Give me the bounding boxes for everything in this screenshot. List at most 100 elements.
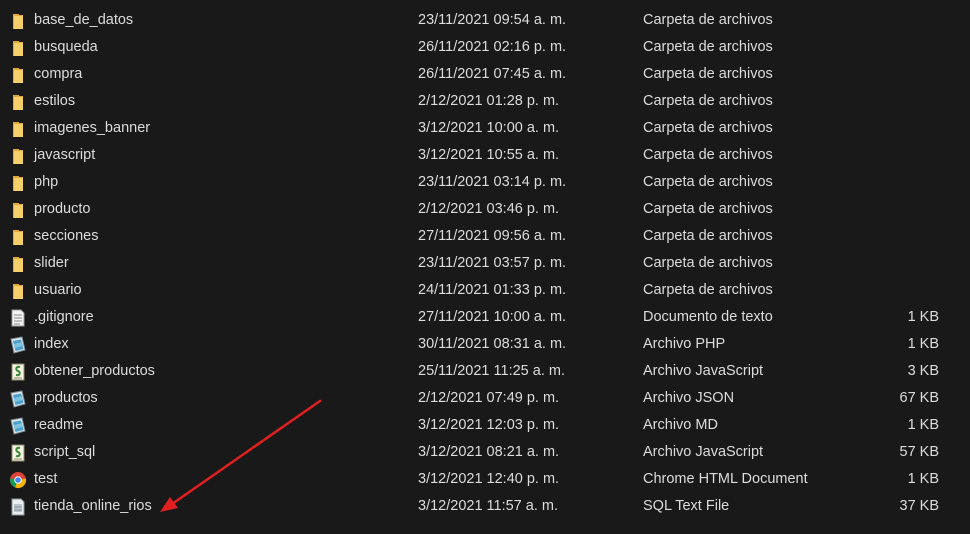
file-row[interactable]: productos 2/12/2021 07:49 p. m. Archivo … bbox=[0, 385, 970, 412]
file-row[interactable]: producto 2/12/2021 03:46 p. m. Carpeta d… bbox=[0, 196, 970, 223]
folder-icon bbox=[9, 93, 27, 111]
folder-icon bbox=[9, 12, 27, 30]
file-type: Archivo JavaScript bbox=[643, 363, 764, 379]
file-date: 2/12/2021 07:49 p. m. bbox=[418, 390, 560, 406]
file-date: 26/11/2021 02:16 p. m. bbox=[418, 39, 567, 55]
file-date: 27/11/2021 09:56 a. m. bbox=[418, 228, 567, 244]
file-date: 27/11/2021 10:00 a. m. bbox=[418, 309, 567, 325]
file-type: Carpeta de archivos bbox=[643, 147, 773, 163]
file-size: 57 KB bbox=[899, 444, 940, 460]
file-date: 25/11/2021 11:25 a. m. bbox=[418, 363, 565, 379]
file-size: 1 KB bbox=[907, 471, 939, 487]
file-row[interactable]: test 3/12/2021 12:40 p. m. Chrome HTML D… bbox=[0, 466, 970, 493]
file-name: compra bbox=[34, 66, 83, 82]
file-size: 67 KB bbox=[899, 390, 940, 406]
file-type: Archivo JSON bbox=[643, 390, 735, 406]
file-list: base_de_datos 23/11/2021 09:54 a. m. Car… bbox=[0, 7, 970, 520]
file-name: busqueda bbox=[34, 39, 98, 55]
text-document-icon bbox=[9, 309, 27, 327]
file-size: 1 KB bbox=[907, 336, 939, 352]
file-row[interactable]: javascript 3/12/2021 10:55 a. m. Carpeta… bbox=[0, 142, 970, 169]
folder-icon bbox=[9, 255, 27, 273]
file-row[interactable]: usuario 24/11/2021 01:33 p. m. Carpeta d… bbox=[0, 277, 970, 304]
file-row[interactable]: .gitignore 27/11/2021 10:00 a. m. Docume… bbox=[0, 304, 970, 331]
file-name: usuario bbox=[34, 282, 82, 298]
file-type: Carpeta de archivos bbox=[643, 120, 773, 136]
file-name: tienda_online_rios bbox=[34, 498, 152, 514]
file-type: Carpeta de archivos bbox=[643, 201, 773, 217]
file-row[interactable]: php 23/11/2021 03:14 p. m. Carpeta de ar… bbox=[0, 169, 970, 196]
file-name: secciones bbox=[34, 228, 99, 244]
generic-file-icon bbox=[9, 336, 27, 354]
file-date: 23/11/2021 03:14 p. m. bbox=[418, 174, 567, 190]
file-row[interactable]: slider 23/11/2021 03:57 p. m. Carpeta de… bbox=[0, 250, 970, 277]
file-size: 37 KB bbox=[899, 498, 940, 514]
file-type: Carpeta de archivos bbox=[643, 228, 773, 244]
file-name: slider bbox=[34, 255, 69, 271]
file-type: Carpeta de archivos bbox=[643, 255, 773, 271]
file-size: 3 KB bbox=[907, 363, 939, 379]
generic-file-icon bbox=[9, 390, 27, 408]
file-row[interactable]: compra 26/11/2021 07:45 a. m. Carpeta de… bbox=[0, 61, 970, 88]
file-name: estilos bbox=[34, 93, 76, 109]
file-type: Archivo JavaScript bbox=[643, 444, 764, 460]
file-row[interactable]: estilos 2/12/2021 01:28 p. m. Carpeta de… bbox=[0, 88, 970, 115]
file-date: 23/11/2021 03:57 p. m. bbox=[418, 255, 567, 271]
file-date: 2/12/2021 03:46 p. m. bbox=[418, 201, 560, 217]
script-file-icon bbox=[9, 444, 27, 462]
file-row[interactable]: script_sql 3/12/2021 08:21 a. m. Archivo… bbox=[0, 439, 970, 466]
file-size: 1 KB bbox=[907, 309, 939, 325]
file-type: Carpeta de archivos bbox=[643, 282, 773, 298]
file-name: javascript bbox=[34, 147, 96, 163]
folder-icon bbox=[9, 282, 27, 300]
file-name: producto bbox=[34, 201, 91, 217]
file-row[interactable]: secciones 27/11/2021 09:56 a. m. Carpeta… bbox=[0, 223, 970, 250]
folder-icon bbox=[9, 120, 27, 138]
file-name: php bbox=[34, 174, 59, 190]
file-date: 23/11/2021 09:54 a. m. bbox=[418, 12, 567, 28]
file-date: 3/12/2021 12:03 p. m. bbox=[418, 417, 560, 433]
folder-icon bbox=[9, 201, 27, 219]
folder-icon bbox=[9, 228, 27, 246]
folder-icon bbox=[9, 39, 27, 57]
sql-file-icon bbox=[9, 498, 27, 516]
file-name: script_sql bbox=[34, 444, 96, 460]
file-row[interactable]: obtener_productos 25/11/2021 11:25 a. m.… bbox=[0, 358, 970, 385]
file-row[interactable]: imagenes_banner 3/12/2021 10:00 a. m. Ca… bbox=[0, 115, 970, 142]
file-row[interactable]: base_de_datos 23/11/2021 09:54 a. m. Car… bbox=[0, 7, 970, 34]
file-type: Carpeta de archivos bbox=[643, 174, 773, 190]
file-row[interactable]: busqueda 26/11/2021 02:16 p. m. Carpeta … bbox=[0, 34, 970, 61]
folder-icon bbox=[9, 174, 27, 192]
file-date: 3/12/2021 08:21 a. m. bbox=[418, 444, 560, 460]
file-name: readme bbox=[34, 417, 84, 433]
file-date: 30/11/2021 08:31 a. m. bbox=[418, 336, 567, 352]
file-row[interactable]: tienda_online_rios 3/12/2021 11:57 a. m.… bbox=[0, 493, 970, 520]
file-row[interactable]: index 30/11/2021 08:31 a. m. Archivo PHP… bbox=[0, 331, 970, 358]
file-name: .gitignore bbox=[34, 309, 94, 325]
file-size: 1 KB bbox=[907, 417, 939, 433]
folder-icon bbox=[9, 147, 27, 165]
file-name: test bbox=[34, 471, 58, 487]
file-name: index bbox=[34, 336, 69, 352]
file-type: Archivo PHP bbox=[643, 336, 726, 352]
script-file-icon bbox=[9, 363, 27, 381]
generic-file-icon bbox=[9, 417, 27, 435]
file-date: 3/12/2021 10:55 a. m. bbox=[418, 147, 560, 163]
file-date: 26/11/2021 07:45 a. m. bbox=[418, 66, 567, 82]
file-name: base_de_datos bbox=[34, 12, 134, 28]
file-type: Documento de texto bbox=[643, 309, 773, 325]
file-type: Chrome HTML Document bbox=[643, 471, 808, 487]
chrome-icon bbox=[9, 471, 27, 489]
file-type: SQL Text File bbox=[643, 498, 730, 514]
file-date: 3/12/2021 11:57 a. m. bbox=[418, 498, 559, 514]
file-name: obtener_productos bbox=[34, 363, 155, 379]
file-date: 3/12/2021 12:40 p. m. bbox=[418, 471, 560, 487]
file-date: 2/12/2021 01:28 p. m. bbox=[418, 93, 560, 109]
file-name: imagenes_banner bbox=[34, 120, 151, 136]
file-name: productos bbox=[34, 390, 98, 406]
file-date: 24/11/2021 01:33 p. m. bbox=[418, 282, 567, 298]
file-type: Carpeta de archivos bbox=[643, 66, 773, 82]
folder-icon bbox=[9, 66, 27, 84]
file-row[interactable]: readme 3/12/2021 12:03 p. m. Archivo MD … bbox=[0, 412, 970, 439]
file-type: Archivo MD bbox=[643, 417, 718, 433]
